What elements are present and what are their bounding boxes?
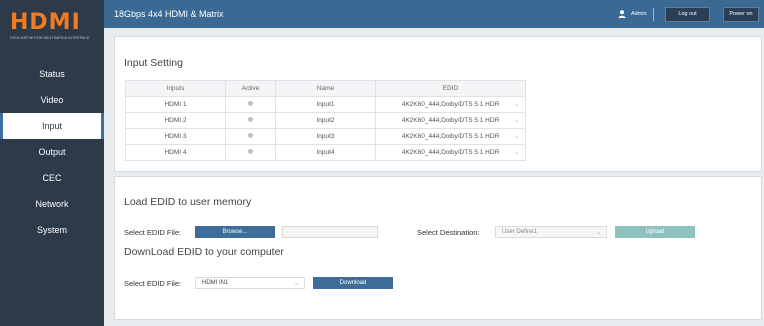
chevron-down-icon: ⌄ bbox=[513, 134, 519, 140]
app-title: 18Gbps 4x4 HDMI & Matrix bbox=[114, 9, 224, 19]
column-header-inputs: Inputs bbox=[125, 80, 226, 97]
file-path-input[interactable] bbox=[282, 226, 378, 238]
table-row: HDMI 2 Input2 4K2K60_444,Dolby/DTS 5.1 H… bbox=[125, 112, 526, 129]
sidebar-item-video[interactable]: Video bbox=[0, 87, 104, 113]
logout-button[interactable]: Log out bbox=[665, 7, 710, 22]
name-cell[interactable]: Input2 bbox=[275, 112, 376, 129]
download-file-value: HDMI IN1 bbox=[202, 280, 229, 286]
chevron-down-icon: ⌄ bbox=[595, 230, 601, 236]
name-cell[interactable]: Input3 bbox=[275, 128, 376, 145]
edid-value: 4K2K60_444,Dolby/DTS 5.1 HDR bbox=[401, 133, 500, 140]
download-select-edid-file-label: Select EDID File: bbox=[124, 279, 182, 288]
active-indicator-icon bbox=[248, 133, 253, 138]
top-bar: 18Gbps 4x4 HDMI & Matrix Admin Log out P… bbox=[104, 0, 764, 28]
chevron-down-icon: ⌄ bbox=[293, 281, 299, 287]
sidebar-item-status[interactable]: Status bbox=[0, 61, 104, 87]
sidebar-item-input[interactable]: Input bbox=[0, 113, 104, 139]
active-indicator-icon bbox=[248, 149, 253, 154]
active-cell bbox=[225, 96, 276, 113]
input-cell: HDMI 2 bbox=[125, 112, 226, 129]
user-icon bbox=[618, 10, 626, 18]
edid-select[interactable]: 4K2K60_444,Dolby/DTS 5.1 HDR ⌄ bbox=[375, 128, 526, 145]
sidebar-item-network[interactable]: Network bbox=[0, 191, 104, 217]
edid-select[interactable]: 4K2K60_444,Dolby/DTS 5.1 HDR ⌄ bbox=[375, 112, 526, 129]
chevron-down-icon: ⌄ bbox=[513, 150, 519, 156]
chevron-down-icon: ⌄ bbox=[513, 102, 519, 108]
sidebar: HDMI HIGH-DEFINITION MULTIMEDIA INTERFAC… bbox=[0, 0, 104, 326]
name-cell[interactable]: Input1 bbox=[275, 96, 376, 113]
power-on-button[interactable]: Power on bbox=[723, 7, 759, 22]
chevron-down-icon: ⌄ bbox=[513, 118, 519, 124]
input-setting-title: Input Setting bbox=[124, 57, 183, 69]
edid-select[interactable]: 4K2K60_444,Dolby/DTS 5.1 HDR ⌄ bbox=[375, 96, 526, 113]
active-cell bbox=[225, 112, 276, 129]
destination-select[interactable]: User Define1 ⌄ bbox=[495, 226, 607, 238]
input-setting-panel: Input Setting Inputs Active Name EDID HD… bbox=[114, 36, 762, 172]
edid-value: 4K2K60_444,Dolby/DTS 5.1 HDR bbox=[401, 101, 500, 108]
user-name: Admin bbox=[631, 11, 647, 17]
table-header-row: Inputs Active Name EDID bbox=[125, 80, 526, 97]
download-edid-title: DownLoad EDID to your computer bbox=[124, 246, 284, 258]
load-edid-title: Load EDID to user memory bbox=[124, 196, 252, 208]
download-button[interactable]: Download bbox=[313, 277, 393, 289]
input-cell: HDMI 3 bbox=[125, 128, 226, 145]
download-file-select[interactable]: HDMI IN1 ⌄ bbox=[195, 277, 305, 289]
table-row: HDMI 3 Input3 4K2K60_444,Dolby/DTS 5.1 H… bbox=[125, 128, 526, 145]
input-cell: HDMI 4 bbox=[125, 144, 226, 161]
browse-button[interactable]: Browse... bbox=[195, 226, 275, 238]
active-cell bbox=[225, 144, 276, 161]
hdmi-logo: HDMI HIGH-DEFINITION MULTIMEDIA INTERFAC… bbox=[0, 0, 104, 50]
input-table: Inputs Active Name EDID HDMI 1 Input1 4K… bbox=[125, 80, 526, 161]
active-indicator-icon bbox=[248, 117, 253, 122]
sidebar-nav: Status Video Input Output CEC Network Sy… bbox=[0, 61, 104, 243]
edid-panel: Load EDID to user memory Select EDID Fil… bbox=[114, 176, 762, 320]
active-indicator-icon bbox=[248, 101, 253, 106]
sidebar-item-system[interactable]: System bbox=[0, 217, 104, 243]
upload-button[interactable]: Upload bbox=[615, 226, 695, 238]
logo-text: HDMI bbox=[10, 10, 81, 35]
select-edid-file-label: Select EDID File: bbox=[124, 228, 182, 237]
column-header-name: Name bbox=[275, 80, 376, 97]
edid-value: 4K2K60_444,Dolby/DTS 5.1 HDR bbox=[401, 117, 500, 124]
sidebar-item-output[interactable]: Output bbox=[0, 139, 104, 165]
sidebar-item-cec[interactable]: CEC bbox=[0, 165, 104, 191]
table-row: HDMI 1 Input1 4K2K60_444,Dolby/DTS 5.1 H… bbox=[125, 96, 526, 113]
table-row: HDMI 4 Input4 4K2K60_444,Dolby/DTS 5.1 H… bbox=[125, 144, 526, 161]
select-destination-label: Select Destination: bbox=[417, 228, 480, 237]
active-cell bbox=[225, 128, 276, 145]
destination-value: User Define1 bbox=[502, 229, 538, 235]
column-header-active: Active bbox=[225, 80, 276, 97]
input-cell: HDMI 1 bbox=[125, 96, 226, 113]
edid-value: 4K2K60_444,Dolby/DTS 5.1 HDR bbox=[401, 149, 500, 156]
logo-tagline: HIGH-DEFINITION MULTIMEDIA INTERFACE bbox=[10, 36, 90, 40]
edid-select[interactable]: 4K2K60_444,Dolby/DTS 5.1 HDR ⌄ bbox=[375, 144, 526, 161]
column-header-edid: EDID bbox=[375, 80, 526, 97]
header-divider bbox=[653, 8, 654, 21]
name-cell[interactable]: Input4 bbox=[275, 144, 376, 161]
